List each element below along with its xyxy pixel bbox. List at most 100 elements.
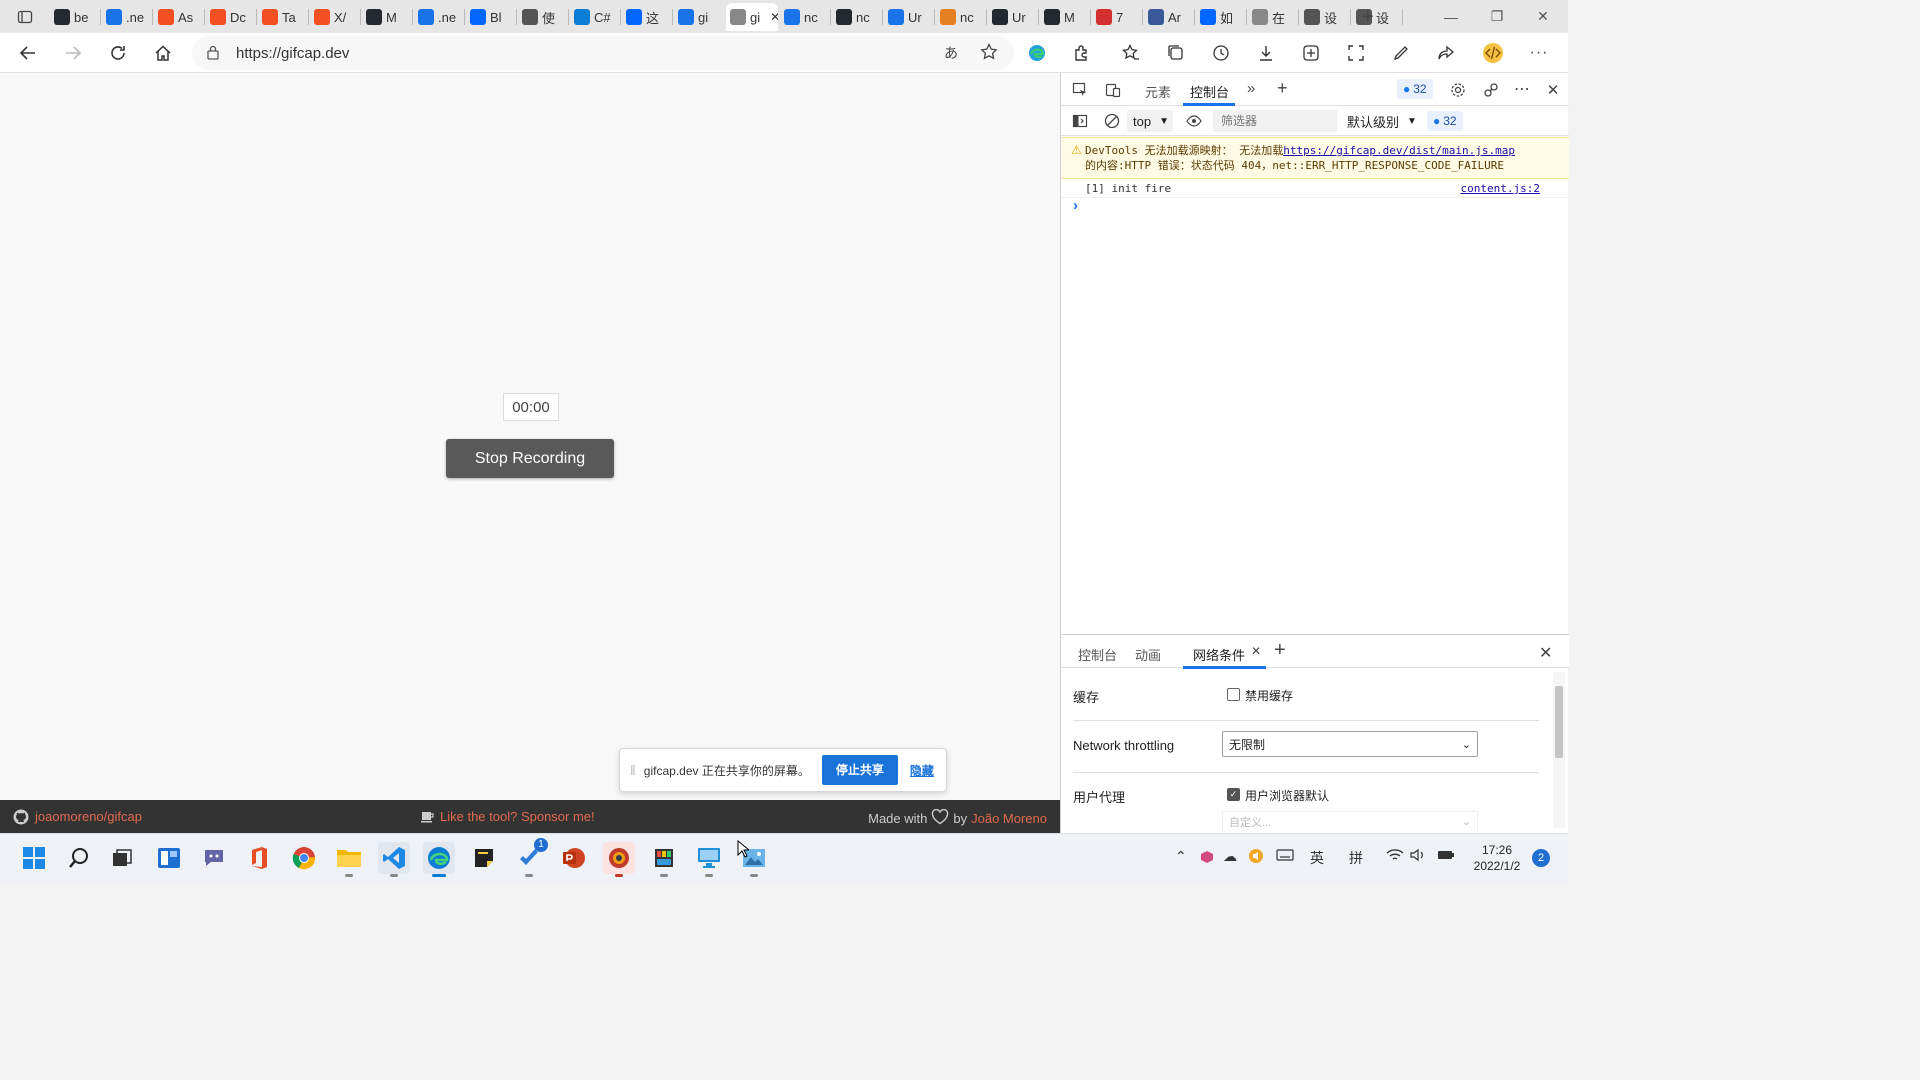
new-tab-button[interactable]: + [1358,3,1382,31]
drawer-scrollbar[interactable] [1553,672,1565,828]
battery-icon[interactable] [1435,848,1455,865]
show-hidden-icons[interactable]: ⌃ [1175,848,1187,865]
volume-icon[interactable] [1410,848,1426,865]
sponsor-link[interactable]: Like the tool? Sponsor me! [440,809,595,824]
widgets-icon[interactable] [153,842,185,874]
developer-tools-icon[interactable] [1477,37,1509,69]
sticky-notes-icon[interactable] [468,842,500,874]
remote-desktop-icon[interactable] [693,842,725,877]
keyboard-icon[interactable] [1276,848,1294,865]
scrollbar-thumb[interactable] [1555,686,1563,758]
browser-tab[interactable]: 7 [1092,3,1142,31]
browser-tab[interactable]: Ar [1144,3,1194,31]
wifi-icon[interactable] [1386,848,1404,865]
translate-icon[interactable]: あ [944,43,958,63]
tray-app-icon[interactable] [1200,850,1214,867]
collections-icon[interactable] [1160,37,1192,69]
sourcemap-link[interactable]: https://gifcap.dev/dist/main.js.map [1283,144,1515,157]
github-icon[interactable] [13,809,29,828]
live-expression-icon[interactable] [1182,109,1206,133]
app-grid-icon[interactable] [648,842,680,877]
tab-actions-icon[interactable] [9,0,41,33]
lock-icon[interactable] [206,44,220,63]
log-levels-selector[interactable]: 默认级别 ▼ [1347,110,1417,132]
favorites-icon[interactable] [1115,37,1147,69]
browser-tab[interactable]: .ne [102,3,152,31]
file-explorer-icon[interactable] [333,842,365,877]
notification-center-badge[interactable]: 2 [1532,849,1550,867]
drag-handle-icon[interactable]: ‖ [630,762,636,778]
drawer-tab-animations[interactable]: 动画 [1135,645,1161,664]
close-tab-icon[interactable]: ✕ [770,10,778,24]
tab-elements[interactable]: 元素 [1145,82,1171,101]
user-agent-default-checkbox[interactable]: ✓ [1227,788,1240,801]
user-agent-custom-select[interactable]: 自定义... ⌄ [1222,811,1478,831]
restore-icon[interactable]: ❐ [1474,0,1520,33]
filter-input[interactable] [1213,110,1337,132]
context-selector[interactable]: top ▼ [1127,110,1173,132]
web-capture-icon[interactable] [1340,37,1372,69]
downloads-icon[interactable] [1250,37,1282,69]
connect-icon[interactable] [1479,78,1503,102]
address-bar[interactable]: https://gifcap.dev あ [192,36,1014,70]
stop-sharing-button[interactable]: 停止共享 [821,755,898,785]
math-solver-icon[interactable] [1295,37,1327,69]
browser-tab[interactable]: 设 [1300,3,1350,31]
task-view-icon[interactable] [106,842,138,874]
browser-tab[interactable]: Bl [466,3,516,31]
tab-console[interactable]: 控制台 [1190,82,1229,101]
tray-speaker-app-icon[interactable] [1248,848,1264,867]
history-icon[interactable] [1205,37,1237,69]
author-link[interactable]: João Moreno [971,811,1047,826]
browser-tab[interactable]: X/ [310,3,360,31]
back-icon[interactable] [12,37,44,69]
input-language[interactable]: 英 [1310,848,1324,868]
onedrive-icon[interactable]: ☁ [1223,848,1237,865]
url-text[interactable]: https://gifcap.dev [236,45,349,62]
browser-tab[interactable]: 这 [622,3,672,31]
drawer-tab-network-conditions[interactable]: 网络条件 [1193,645,1245,664]
browser-tab[interactable]: be [50,3,100,31]
devtools-settings-icon[interactable] [1446,78,1470,102]
browser-tab[interactable]: C# [570,3,620,31]
vscode-icon[interactable] [378,842,410,877]
forward-icon[interactable] [57,37,89,69]
todo-icon[interactable]: 1 [513,838,548,877]
refresh-icon[interactable] [102,37,134,69]
browser-tab[interactable]: As [154,3,204,31]
add-tab-icon[interactable]: + [1277,78,1288,99]
search-icon[interactable] [63,842,95,874]
browser-tab[interactable]: gi [674,3,724,31]
browser-tab[interactable]: M [1040,3,1090,31]
repo-link[interactable]: joaomoreno/gifcap [35,809,142,824]
edge-icon[interactable] [1021,37,1053,69]
clock[interactable]: 17:26 2022/1/2 [1469,842,1525,874]
office-icon[interactable] [243,842,275,874]
browser-tab[interactable]: gi ✕ [726,3,778,31]
browser-tab[interactable]: Dc [206,3,256,31]
powerpoint-icon[interactable] [558,842,590,874]
minimize-icon[interactable]: — [1428,0,1474,33]
device-toolbar-icon[interactable] [1101,78,1125,102]
teams-chat-icon[interactable] [198,842,230,874]
extensions-icon[interactable] [1066,37,1098,69]
drawer-add-tab-icon[interactable]: + [1274,639,1286,662]
issues-badge[interactable]: ● 32 [1397,79,1433,99]
browser-tab[interactable]: .ne [414,3,464,31]
close-drawer-tab-icon[interactable]: ✕ [1251,644,1261,658]
browser-tab[interactable]: 在 [1248,3,1298,31]
console-issues-badge[interactable]: ● 32 [1427,111,1463,131]
console-prompt-row[interactable]: › [1061,197,1569,215]
edge-taskbar-icon[interactable] [423,842,455,877]
more-tabs-icon[interactable]: » [1247,80,1255,97]
browser-tab[interactable]: Ur [988,3,1038,31]
chrome-icon[interactable] [288,842,320,874]
clear-console-icon[interactable] [1100,109,1124,133]
input-method[interactable]: 拼 [1349,848,1363,868]
close-devtools-icon[interactable]: ✕ [1541,78,1565,102]
browser-tab[interactable]: nc [780,3,830,31]
devtools-menu-icon[interactable]: ⋯ [1510,77,1534,101]
disable-cache-checkbox[interactable] [1227,688,1240,701]
screen-recorder-icon[interactable] [603,842,635,877]
add-favorite-icon[interactable] [980,42,998,64]
